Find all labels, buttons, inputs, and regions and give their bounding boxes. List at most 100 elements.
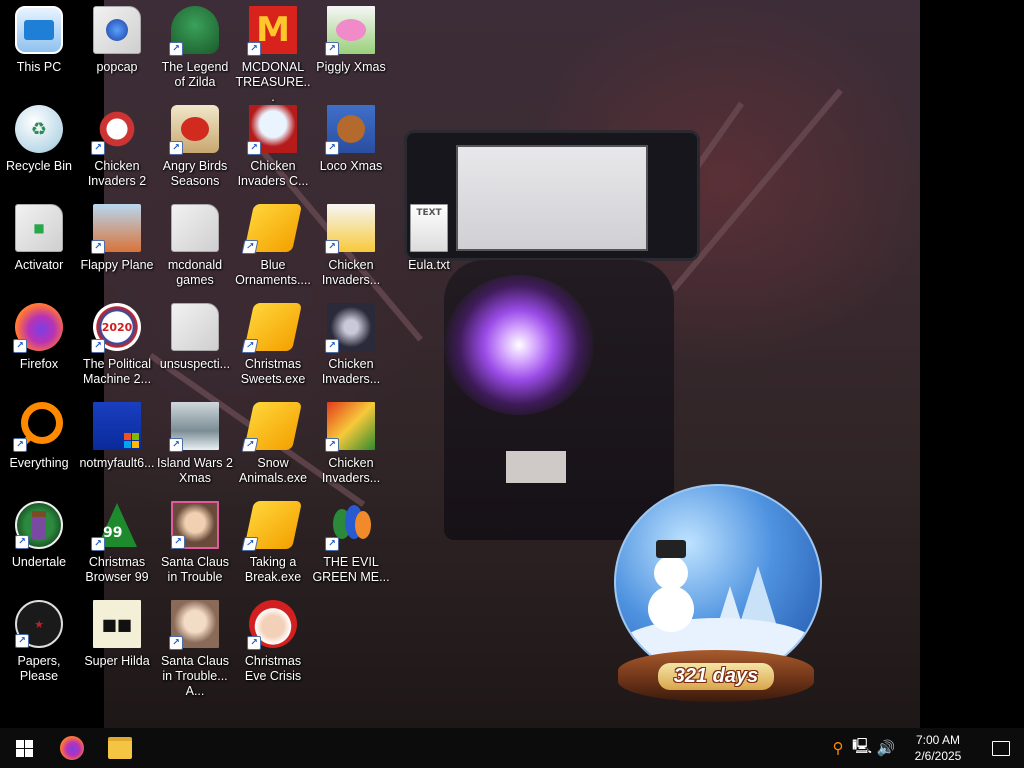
- icon-label: Loco Xmas: [319, 159, 383, 173]
- desktop-icon-island-wars[interactable]: ↗ Island Wars 2 Xmas: [156, 396, 234, 486]
- shortcut-arrow-icon: ↗: [325, 141, 339, 155]
- clock[interactable]: 7:00 AM 2/6/2025: [898, 732, 978, 764]
- desktop-icon-flappy-plane[interactable]: ↗ Flappy Plane: [78, 198, 156, 273]
- desktop-icon-evil-green-me[interactable]: ↗ THE EVIL GREEN ME...: [312, 495, 390, 585]
- desktop-icon-recycle-bin[interactable]: ♻ Recycle Bin: [0, 99, 78, 174]
- shortcut-arrow-icon: ↗: [171, 535, 185, 549]
- countdown-label: 321 days: [657, 662, 775, 690]
- shortcut-arrow-icon: ↗: [91, 339, 105, 353]
- desktop-icon-unsuspecti[interactable]: unsuspecti...: [156, 297, 234, 372]
- volume-icon[interactable]: 🔊: [874, 739, 898, 757]
- desktop-icon-christmas-browser[interactable]: 99 ↗ Christmas Browser 99: [78, 495, 156, 585]
- taskbar-firefox-button[interactable]: [48, 728, 96, 768]
- clock-date: 2/6/2025: [914, 749, 962, 763]
- desktop-icon-super-hilda[interactable]: ■■ Super Hilda: [78, 594, 156, 669]
- game-icon: ↗: [325, 402, 375, 452]
- desktop-icon-santa-claus-trouble-2[interactable]: ↗ Santa Claus in Trouble... A...: [156, 594, 234, 699]
- desktop-icon-taking-a-break[interactable]: ↗ Taking a Break.exe: [234, 495, 312, 585]
- desktop-icon-piggly-xmas[interactable]: ↗ Piggly Xmas: [312, 0, 390, 75]
- desktop-icon-this-pc[interactable]: This PC: [0, 0, 78, 75]
- icon-label: Chicken Invaders C...: [237, 159, 309, 188]
- app-icon: [93, 402, 141, 450]
- desktop-icon-activator[interactable]: ■ Activator: [0, 198, 78, 273]
- icon-label: Santa Claus in Trouble: [160, 555, 230, 584]
- game-icon: ↗: [325, 105, 375, 155]
- desktop-icon-chicken-invaders-2[interactable]: 2 ↗ Chicken Invaders 2: [78, 99, 156, 189]
- start-button[interactable]: [0, 728, 48, 768]
- shortcut-arrow-icon: ↗: [169, 141, 183, 155]
- computer-icon: [15, 6, 63, 54]
- icon-label: Chicken Invaders...: [321, 258, 381, 287]
- desktop-icon-popcap[interactable]: popcap: [78, 0, 156, 75]
- desktop-icon-christmas-eve-crisis[interactable]: ↗ Christmas Eve Crisis: [234, 594, 312, 684]
- icon-label: Undertale: [11, 555, 67, 569]
- shortcut-arrow-icon: ↗: [325, 42, 339, 56]
- desktop-icon-snow-animals[interactable]: ↗ Snow Animals.exe: [234, 396, 312, 486]
- game-icon: ↗: [169, 402, 219, 452]
- notification-icon: [992, 740, 1010, 756]
- desktop-icon-santa-claus-trouble[interactable]: ↗ Santa Claus in Trouble: [156, 495, 234, 585]
- shortcut-arrow-icon: ↗: [91, 240, 105, 254]
- snow-globe-widget[interactable]: 321 days: [608, 484, 824, 708]
- folder-icon: [171, 303, 219, 351]
- shortcut-arrow-icon: ↗: [247, 636, 261, 650]
- icon-label: Piggly Xmas: [316, 60, 386, 74]
- desktop-icon-political-machine[interactable]: 2020 ↗ The Political Machine 2...: [78, 297, 156, 387]
- desktop-icon-mcdonal-treasure[interactable]: M ↗ MCDONAL TREASURE...: [234, 0, 312, 105]
- app-icon: ↗: [325, 501, 375, 551]
- file-icon: [93, 6, 141, 54]
- icon-label: Super Hilda: [84, 654, 150, 668]
- desktop-icon-angry-birds-seasons[interactable]: ↗ Angry Birds Seasons: [156, 99, 234, 189]
- icon-label: Island Wars 2 Xmas: [157, 456, 233, 485]
- icon-label: Chicken Invaders...: [321, 357, 381, 386]
- desktop-icon-chicken-invaders-c[interactable]: ↗ Chicken Invaders C...: [234, 99, 312, 189]
- countdown-base: 321 days: [618, 650, 814, 702]
- icon-label: Christmas Browser 99: [85, 555, 149, 584]
- icon-label: Flappy Plane: [80, 258, 154, 272]
- desktop-icon-legend-of-zilda[interactable]: ↗ The Legend of Zilda: [156, 0, 234, 90]
- desktop-icon-blue-ornaments[interactable]: ↗ Blue Ornaments....: [234, 198, 312, 288]
- shortcut-arrow-icon: ↗: [325, 339, 339, 353]
- desktop-icon-eula-txt[interactable]: TEXT Eula.txt: [390, 198, 468, 273]
- shortcut-arrow-icon: ↗: [13, 438, 27, 452]
- shortcut-arrow-icon: ↗: [241, 339, 259, 353]
- network-icon[interactable]: 🖳: [850, 736, 874, 761]
- shortcut-arrow-icon: ↗: [15, 535, 29, 549]
- installer-icon: ↗: [241, 501, 303, 551]
- shortcut-arrow-icon: ↗: [241, 537, 259, 551]
- shortcut-arrow-icon: ↗: [325, 537, 339, 551]
- shortcut-arrow-icon: ↗: [169, 42, 183, 56]
- game-icon: ↗: [169, 6, 219, 56]
- mcdonalds-icon: M ↗: [247, 6, 297, 56]
- desktop-icon-notmyfault[interactable]: notmyfault6...: [78, 396, 156, 471]
- icon-label: Eula.txt: [408, 258, 450, 272]
- shortcut-arrow-icon: ↗: [15, 634, 29, 648]
- desktop-icon-mcdonald-games[interactable]: mcdonald games: [156, 198, 234, 288]
- taskbar-file-explorer-button[interactable]: [96, 728, 144, 768]
- installer-icon: ↗: [241, 402, 303, 452]
- desktop-icon-everything[interactable]: ↗ Everything: [0, 396, 78, 471]
- game-icon: ↗: [171, 501, 219, 549]
- desktop-icon-undertale[interactable]: ↗ Undertale: [0, 495, 78, 570]
- recycle-bin-icon: ♻: [15, 105, 63, 153]
- desktop-icon-chicken-invaders-5[interactable]: ↗ Chicken Invaders...: [312, 396, 390, 486]
- action-center-button[interactable]: [978, 740, 1024, 756]
- desktop-icon-chicken-invaders-4[interactable]: ↗ Chicken Invaders...: [312, 297, 390, 387]
- tree-icon: 99 ↗: [91, 501, 141, 551]
- shortcut-arrow-icon: ↗: [241, 240, 259, 254]
- everything-tray-icon[interactable]: ⚲: [826, 739, 850, 757]
- game-icon: ★ ↗: [15, 600, 63, 648]
- desktop-icon-christmas-sweets[interactable]: ↗ Christmas Sweets.exe: [234, 297, 312, 387]
- desktop-icon-chicken-invaders-3[interactable]: ↗ Chicken Invaders...: [312, 198, 390, 288]
- icon-label: The Political Machine 2...: [82, 357, 152, 386]
- desktop-icon-firefox[interactable]: ↗ Firefox: [0, 297, 78, 372]
- icon-label: Santa Claus in Trouble... A...: [160, 654, 230, 698]
- file-icon: ■: [15, 204, 63, 252]
- clock-time: 7:00 AM: [915, 733, 961, 747]
- desktop-icon-papers-please[interactable]: ★ ↗ Papers, Please: [0, 594, 78, 684]
- game-icon: ↗: [325, 6, 375, 56]
- icon-label: Blue Ornaments....: [235, 258, 311, 287]
- shortcut-arrow-icon: ↗: [325, 240, 339, 254]
- shortcut-arrow-icon: ↗: [241, 438, 259, 452]
- desktop-icon-loco-xmas[interactable]: ↗ Loco Xmas: [312, 99, 390, 174]
